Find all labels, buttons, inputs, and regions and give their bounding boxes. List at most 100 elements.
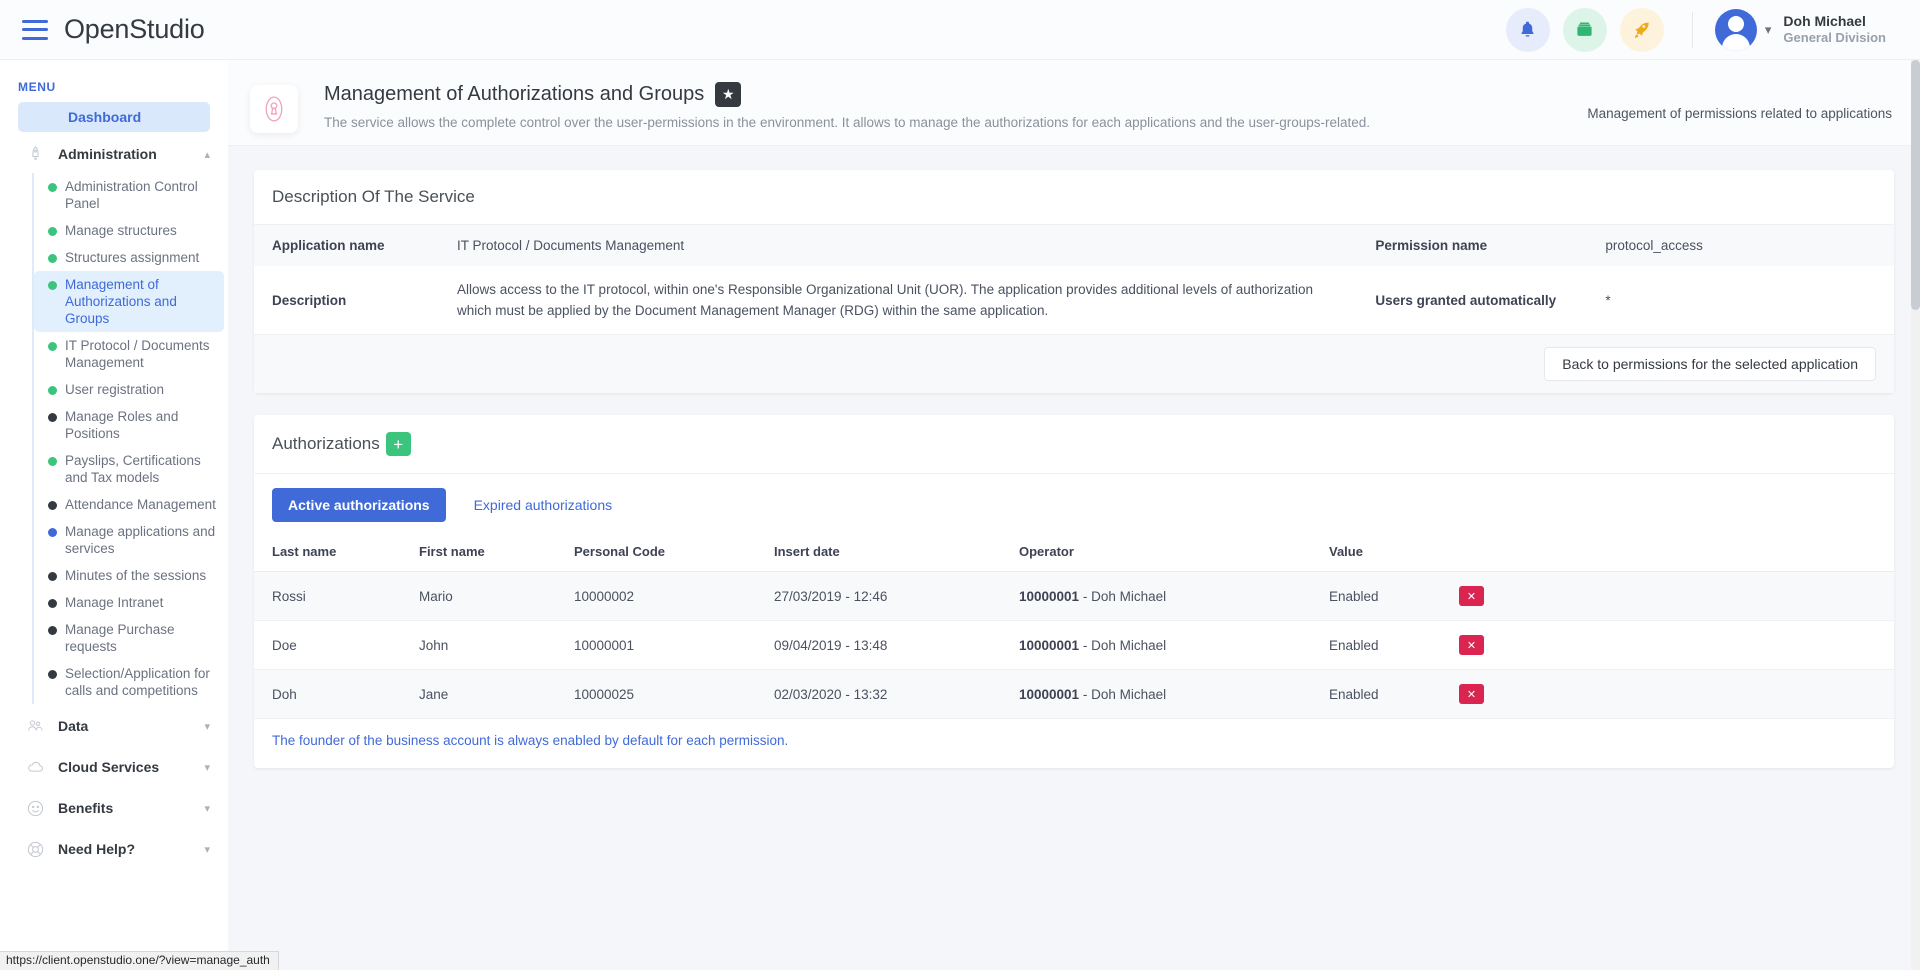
status-dot-icon xyxy=(48,183,57,192)
status-dot-icon xyxy=(48,599,57,608)
sidebar-group-data[interactable]: Data ▾ xyxy=(18,707,210,745)
upgrade-button[interactable] xyxy=(1619,7,1664,52)
hamburger-icon[interactable] xyxy=(22,19,48,40)
sidebar-item-dashboard[interactable]: Dashboard xyxy=(18,102,210,132)
cell-actions: ✕ xyxy=(1449,620,1894,670)
cell-personal-code: 10000001 xyxy=(564,620,764,670)
avatar-head xyxy=(1727,15,1744,32)
authorizations-tabs: Active authorizations Expired authorizat… xyxy=(254,474,1894,536)
sidebar-item-structures-assignment[interactable]: Structures assignment xyxy=(34,244,224,271)
delete-icon[interactable]: ✕ xyxy=(1459,684,1484,704)
star-icon[interactable]: ★ xyxy=(715,82,742,107)
plus-icon[interactable]: + xyxy=(385,432,411,456)
chevron-up-icon: ▴ xyxy=(204,148,210,161)
cell-insert-date: 09/04/2019 - 13:48 xyxy=(764,620,1009,670)
vertical-scrollbar[interactable] xyxy=(1911,60,1920,970)
sidebar-item-manage-roles-and-positions[interactable]: Manage Roles and Positions xyxy=(34,403,224,447)
status-dot-icon xyxy=(48,528,57,537)
sidebar-item-attendance-management[interactable]: Attendance Management xyxy=(34,491,224,518)
page-header-text: Management of Authorizations and Groups … xyxy=(298,82,1587,130)
authorizations-note-link[interactable]: The founder of the business account is a… xyxy=(254,719,1894,768)
column-insert-date: Insert date xyxy=(764,536,1009,572)
sidebar-item-management-of-authorizations-and-groups[interactable]: Management of Authorizations and Groups xyxy=(34,271,224,332)
description-table: Application name IT Protocol / Documents… xyxy=(254,225,1894,334)
table-row[interactable]: Doe John 10000001 09/04/2019 - 13:48 100… xyxy=(254,620,1894,670)
sidebar-item-payslips-certifications-and-tax-models[interactable]: Payslips, Certifications and Tax models xyxy=(34,447,224,491)
users-granted-label: Users granted automatically xyxy=(1375,292,1557,308)
cell-last-name: Rossi xyxy=(254,571,409,621)
authorizations-card: Authorizations + Active authorizations E… xyxy=(254,415,1894,768)
wallet-button[interactable] xyxy=(1562,7,1607,52)
sidebar-item-administration-control-panel[interactable]: Administration Control Panel xyxy=(34,173,224,217)
page-icon-box xyxy=(250,85,298,133)
header-actions: ▾ Doh Michael General Division xyxy=(1493,7,1920,52)
permission-name-label: Permission name xyxy=(1357,225,1588,266)
status-dot-icon xyxy=(48,572,57,581)
sidebar-group-administration[interactable]: Administration ▴ xyxy=(18,135,210,173)
header-divider xyxy=(1691,11,1693,48)
tab-expired-authorizations[interactable]: Expired authorizations xyxy=(458,488,629,522)
scrollbar-thumb[interactable] xyxy=(1911,60,1920,310)
sidebar-item-user-registration[interactable]: User registration xyxy=(34,376,224,403)
authorizations-card-title: Authorizations xyxy=(272,434,380,453)
status-dot-icon xyxy=(48,501,57,510)
sidebar-item-manage-intranet[interactable]: Manage Intranet xyxy=(34,589,224,616)
avatar[interactable] xyxy=(1714,8,1757,51)
sidebar: MENU Dashboard Administration ▴ Administ… xyxy=(0,60,228,970)
sidebar-item-label: Management of Authorizations and Groups xyxy=(65,277,177,326)
notifications-button[interactable] xyxy=(1505,7,1550,52)
sidebar-group-cloud-services[interactable]: Cloud Services ▾ xyxy=(18,748,210,786)
cell-personal-code: 10000002 xyxy=(564,571,764,621)
main-content: Management of Authorizations and Groups … xyxy=(228,60,1920,970)
sidebar-item-manage-applications-and-services[interactable]: Manage applications and services xyxy=(34,518,224,562)
description-card-footer: Back to permissions for the selected app… xyxy=(254,334,1894,393)
tab-active-authorizations[interactable]: Active authorizations xyxy=(272,488,446,522)
operator-code: 10000001 xyxy=(1019,588,1080,604)
table-row[interactable]: Rossi Mario 10000002 27/03/2019 - 12:46 … xyxy=(254,571,1894,621)
sidebar-item-label: Payslips, Certifications and Tax models xyxy=(65,453,201,485)
delete-icon[interactable]: ✕ xyxy=(1459,635,1484,655)
smile-icon xyxy=(18,799,52,818)
sidebar-item-minutes-of-the-sessions[interactable]: Minutes of the sessions xyxy=(34,562,224,589)
sidebar-item-label: Manage applications and services xyxy=(65,524,216,556)
delete-icon[interactable]: ✕ xyxy=(1459,586,1484,606)
sidebar-item-selection-application-for-calls-and-competitions[interactable]: Selection/Application for calls and comp… xyxy=(34,660,224,704)
bell-icon xyxy=(1521,21,1534,37)
description-label: Description xyxy=(272,292,347,308)
status-dot-icon xyxy=(48,281,57,290)
cell-operator: 10000001 - Doh Michael xyxy=(1009,571,1319,621)
status-dot-icon xyxy=(48,670,57,679)
status-dot-icon xyxy=(48,386,57,395)
chevron-down-icon: ▾ xyxy=(204,720,210,733)
lifebuoy-icon xyxy=(18,840,52,859)
sidebar-group-label: Need Help? xyxy=(58,841,136,857)
sidebar-group-benefits[interactable]: Benefits ▾ xyxy=(18,789,210,827)
cell-first-name: John xyxy=(409,620,564,670)
cell-operator: 10000001 - Doh Michael xyxy=(1009,620,1319,670)
column-last-name: Last name xyxy=(254,536,409,572)
sidebar-item-label: User registration xyxy=(65,382,165,397)
sidebar-item-label: Attendance Management xyxy=(65,497,216,512)
sidebar-item-manage-structures[interactable]: Manage structures xyxy=(34,217,224,244)
cell-last-name: Doe xyxy=(254,620,409,670)
back-to-permissions-button[interactable]: Back to permissions for the selected app… xyxy=(1544,347,1876,381)
sidebar-item-it-protocol-documents-management[interactable]: IT Protocol / Documents Management xyxy=(34,332,224,376)
top-header: OpenStudio ▾ Doh Michael General Divisio… xyxy=(0,0,1920,60)
cell-value: Enabled xyxy=(1319,669,1449,719)
table-header-row: Last name First name Personal Code Inser… xyxy=(254,536,1894,572)
sidebar-item-manage-purchase-requests[interactable]: Manage Purchase requests xyxy=(34,616,224,660)
authorizations-card-header: Authorizations + xyxy=(254,415,1894,474)
page-title-row: Management of Authorizations and Groups … xyxy=(324,82,1587,107)
rocket-icon xyxy=(18,144,52,164)
sidebar-item-label: Manage Intranet xyxy=(65,595,164,610)
app-brand[interactable]: OpenStudio xyxy=(64,14,205,45)
column-operator: Operator xyxy=(1009,536,1319,572)
cell-first-name: Jane xyxy=(409,669,564,719)
operator-code: 10000001 xyxy=(1019,637,1080,653)
chevron-down-icon[interactable]: ▾ xyxy=(1765,22,1772,38)
sidebar-group-need-help[interactable]: Need Help? ▾ xyxy=(18,830,210,868)
chevron-down-icon: ▾ xyxy=(204,843,210,856)
table-row[interactable]: Doh Jane 10000025 02/03/2020 - 13:32 100… xyxy=(254,669,1894,719)
status-bar-url: https://client.openstudio.one/?view=mana… xyxy=(0,951,279,970)
keyhole-lock-icon xyxy=(265,96,283,122)
